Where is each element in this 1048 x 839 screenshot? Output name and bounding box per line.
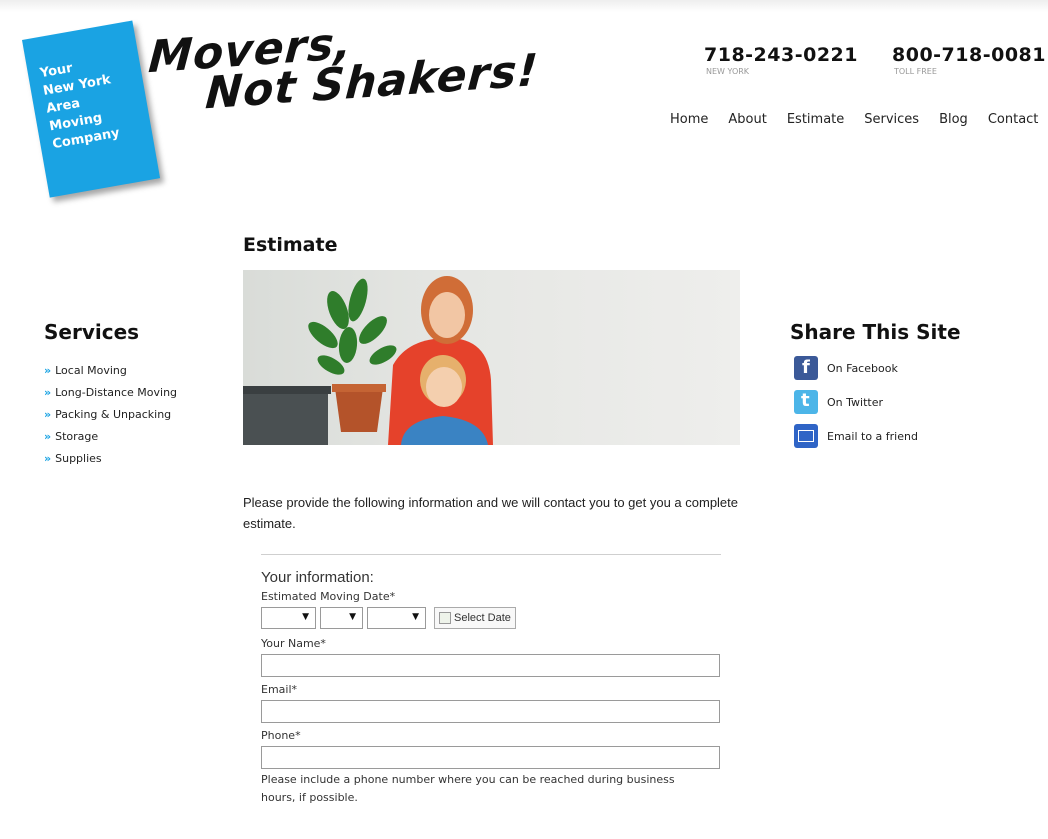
dropdown-arrow-icon: ▼: [412, 612, 419, 622]
services-item-packing[interactable]: » Packing & Unpacking: [44, 404, 214, 426]
name-field[interactable]: [261, 654, 720, 677]
site-slogan[interactable]: Movers, Not Shakers!: [144, 11, 542, 120]
phone-number: 800-718-0081: [892, 44, 1046, 66]
select-date-label: Select Date: [454, 612, 511, 624]
dropdown-arrow-icon: ▼: [349, 612, 356, 622]
nav-home[interactable]: Home: [670, 112, 708, 127]
estimate-form: Your information: Estimated Moving Date*…: [261, 554, 721, 807]
intro-text: Please provide the following information…: [243, 495, 739, 531]
services-item-label: Long-Distance Moving: [55, 386, 178, 399]
services-title: Services: [44, 320, 140, 344]
share-sidebar: Share This Site On Facebook On Twitter E…: [790, 320, 1030, 458]
chevron-right-icon: »: [44, 452, 52, 465]
main-content: Estimate Please provide the following in…: [243, 234, 741, 807]
services-list: » Local Moving » Long-Distance Moving » Pac…: [44, 360, 214, 470]
year-select[interactable]: ▼: [367, 607, 426, 629]
phone-field[interactable]: [261, 746, 720, 769]
form-heading: Your information:: [261, 569, 374, 586]
phone-label: TOLL FREE: [894, 67, 937, 76]
services-item-long-distance[interactable]: » Long-Distance Moving: [44, 382, 214, 404]
name-label: Your Name*: [261, 637, 326, 650]
share-email-label: Email to a friend: [827, 429, 918, 443]
chevron-right-icon: »: [44, 364, 52, 377]
services-item-label: Local Moving: [55, 364, 127, 377]
services-sidebar: Services » Local Moving » Long-Distance Mo…: [44, 320, 214, 470]
nav-contact[interactable]: Contact: [988, 112, 1039, 127]
broken-image-icon: [439, 612, 451, 624]
share-twitter[interactable]: On Twitter: [790, 390, 1030, 414]
phone-new-york: 718-243-0221 NEW YORK: [704, 44, 858, 76]
chevron-right-icon: »: [44, 386, 52, 399]
share-email[interactable]: Email to a friend: [790, 424, 1030, 448]
moving-date-row: ▼ ▼ ▼ Select Date: [261, 607, 721, 635]
day-select[interactable]: ▼: [320, 607, 363, 629]
share-twitter-label: On Twitter: [827, 395, 883, 409]
phone-label: Phone*: [261, 729, 301, 742]
nav-blog[interactable]: Blog: [939, 112, 968, 127]
services-item-storage[interactable]: » Storage: [44, 426, 214, 448]
nav-services[interactable]: Services: [864, 112, 919, 127]
phone-toll-free: 800-718-0081 TOLL FREE: [892, 44, 1046, 76]
moving-date-label: Estimated Moving Date*: [261, 590, 396, 603]
share-title: Share This Site: [790, 320, 961, 344]
main-nav: Home About Estimate Services Blog Contac…: [670, 112, 1048, 127]
email-label: Email*: [261, 683, 298, 696]
services-item-local-moving[interactable]: » Local Moving: [44, 360, 214, 382]
services-item-supplies[interactable]: » Supplies: [44, 448, 214, 470]
page-title: Estimate: [243, 234, 338, 256]
hero-image: [243, 270, 740, 445]
services-item-label: Supplies: [55, 452, 102, 465]
share-facebook[interactable]: On Facebook: [790, 356, 1030, 380]
nav-estimate[interactable]: Estimate: [787, 112, 844, 127]
facebook-icon: [794, 356, 818, 380]
twitter-icon: [794, 390, 818, 414]
page-top-shadow: [0, 0, 1048, 12]
chevron-right-icon: »: [44, 430, 52, 443]
services-item-label: Storage: [55, 430, 99, 443]
share-facebook-label: On Facebook: [827, 361, 898, 375]
badge-text: Your New York Area Moving Company: [38, 60, 121, 153]
email-icon: [794, 424, 818, 448]
nav-about[interactable]: About: [728, 112, 766, 127]
phone-help-text: Please include a phone number where you …: [261, 773, 675, 804]
email-field[interactable]: [261, 700, 720, 723]
dropdown-arrow-icon: ▼: [302, 612, 309, 622]
phone-label: NEW YORK: [706, 67, 750, 76]
logo-badge[interactable]: Your New York Area Moving Company: [22, 20, 161, 198]
month-select[interactable]: ▼: [261, 607, 316, 629]
services-item-label: Packing & Unpacking: [55, 408, 172, 421]
hero-illustration: [243, 276, 493, 445]
phone-number: 718-243-0221: [704, 44, 858, 66]
select-date-button[interactable]: Select Date: [434, 607, 516, 629]
chevron-right-icon: »: [44, 408, 52, 421]
